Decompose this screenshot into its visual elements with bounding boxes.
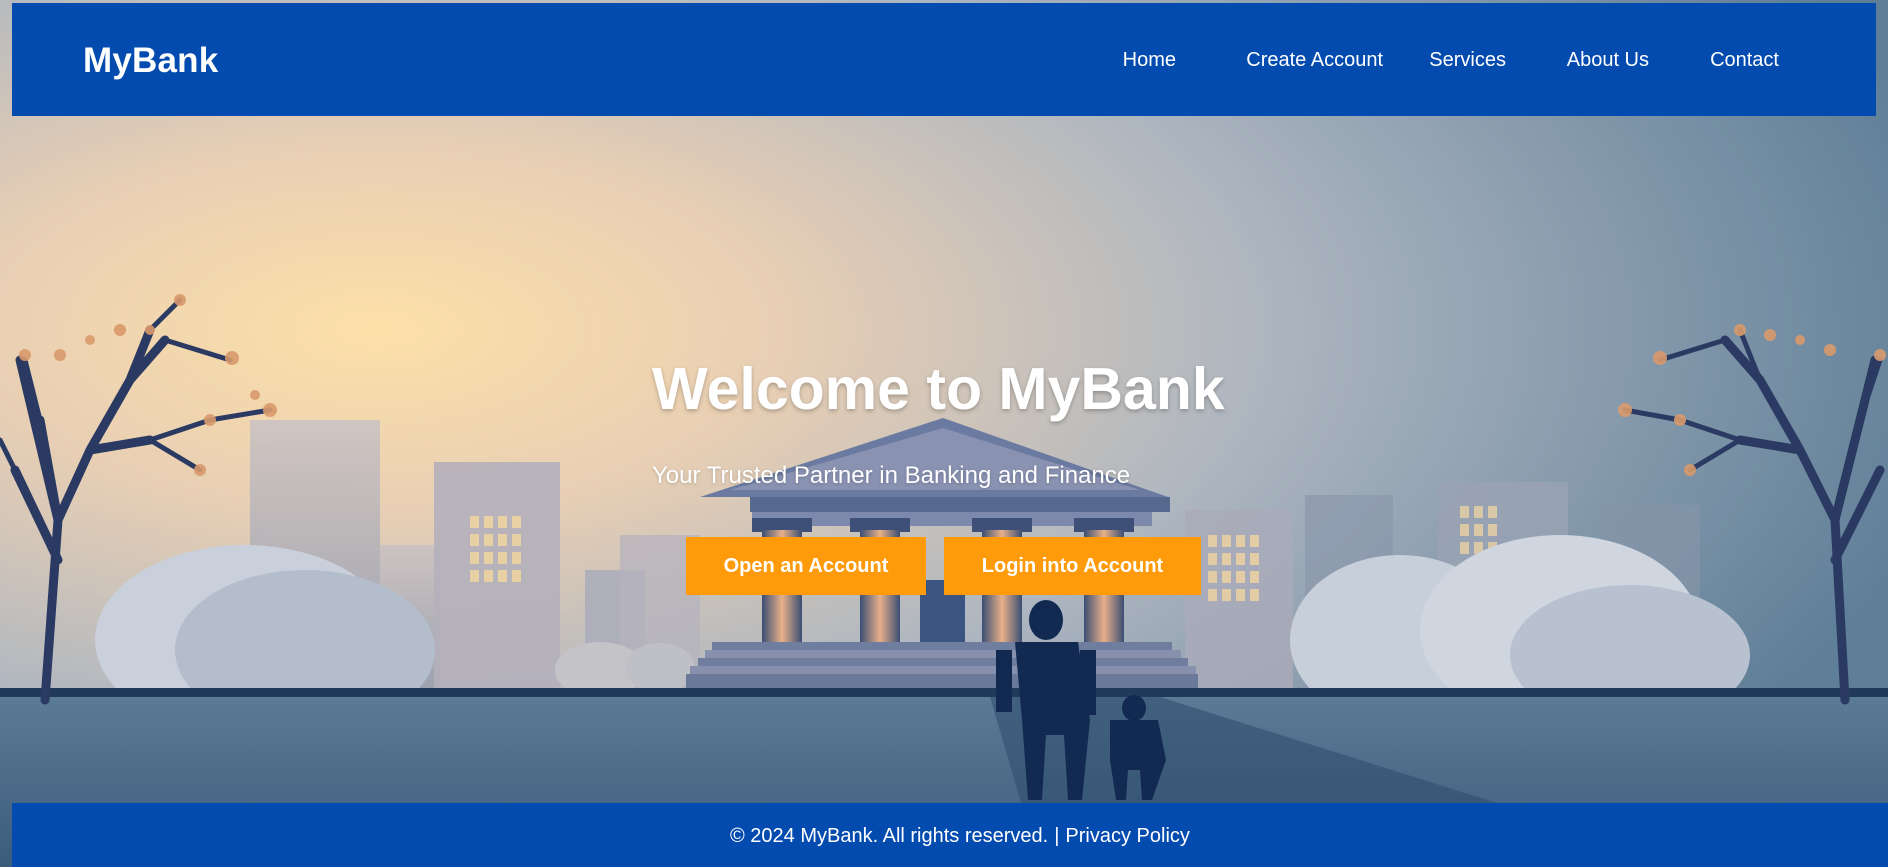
hero-subtitle: Your Trusted Partner in Banking and Fina… [652,462,1131,489]
open-account-button[interactable]: Open an Account [686,537,926,595]
nav-link-create-account[interactable]: Create Account [1246,49,1383,72]
footer-text: © 2024 MyBank. All rights reserved. | Priv… [730,825,1190,848]
city-bank-illustration [0,0,1888,867]
nav-link-about-us[interactable]: About Us [1567,49,1649,72]
hero-title: Welcome to MyBank [652,356,1225,422]
nav-link-home[interactable]: Home [1123,49,1176,72]
nav-link-services[interactable]: Services [1429,49,1506,72]
login-account-button[interactable]: Login into Account [944,537,1201,595]
site-header: MyBank Home Create Account Services Abou… [12,3,1876,116]
privacy-policy-link[interactable]: Privacy Policy [1065,825,1189,847]
site-footer: © 2024 MyBank. All rights reserved. | Priv… [12,803,1888,867]
nav-link-contact[interactable]: Contact [1710,49,1779,72]
footer-copyright: © 2024 MyBank. All rights reserved. [730,825,1049,847]
hero-background [0,0,1888,867]
site-logo[interactable]: MyBank [83,41,218,81]
footer-separator: | [1054,825,1060,847]
